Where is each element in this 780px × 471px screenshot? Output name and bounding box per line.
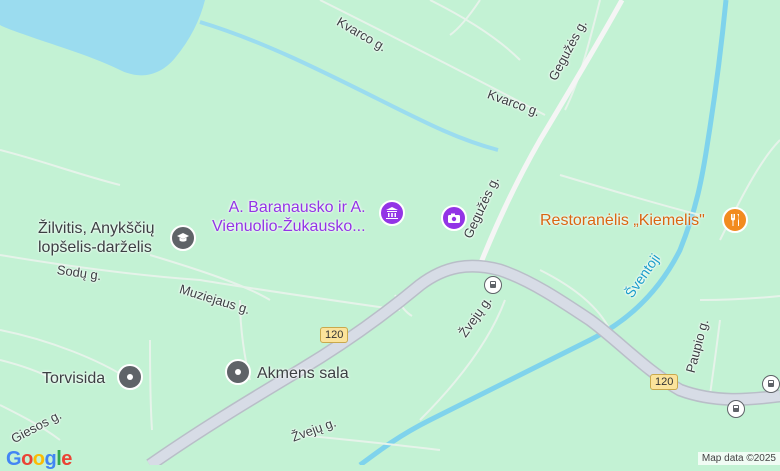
- route-shield-120: 120: [320, 327, 349, 343]
- place-pin-icon[interactable]: [225, 359, 251, 385]
- museum-icon[interactable]: [379, 200, 405, 226]
- school-icon[interactable]: [170, 225, 196, 251]
- lake: [0, 0, 205, 76]
- poi-museum-line1: A. Baranausko ir A.: [228, 199, 366, 216]
- poi-restaurant-label[interactable]: Restoranėlis „Kiemelis": [540, 211, 705, 230]
- poi-museum-line2: Vienuolio-Žukausko...: [212, 218, 366, 235]
- bus-stop-icon[interactable]: [762, 375, 780, 393]
- bus-stop-icon[interactable]: [484, 276, 502, 294]
- poi-kindergarten-line2: lopšelis-darželis: [38, 239, 152, 256]
- route-shield-120: 120: [650, 374, 679, 390]
- camera-icon[interactable]: [441, 205, 467, 231]
- map-attribution[interactable]: Map data ©2025: [697, 452, 780, 465]
- google-logo: Google: [6, 448, 72, 470]
- poi-museum-label[interactable]: A. Baranausko ir A. Vienuolio-Žukausko..…: [212, 198, 366, 236]
- place-pin-icon[interactable]: [117, 364, 143, 390]
- poi-kindergarten-line1: Žilvitis, Anykščių: [38, 220, 155, 237]
- poi-akmens-label[interactable]: Akmens sala: [257, 364, 349, 383]
- river-sventoji: [358, 0, 729, 465]
- bus-stop-icon[interactable]: [727, 400, 745, 418]
- poi-torvisida-label[interactable]: Torvisida: [42, 369, 105, 388]
- restaurant-icon[interactable]: [722, 207, 748, 233]
- poi-kindergarten-label[interactable]: Žilvitis, Anykščių lopšelis-darželis: [38, 219, 154, 257]
- canal: [199, 20, 499, 152]
